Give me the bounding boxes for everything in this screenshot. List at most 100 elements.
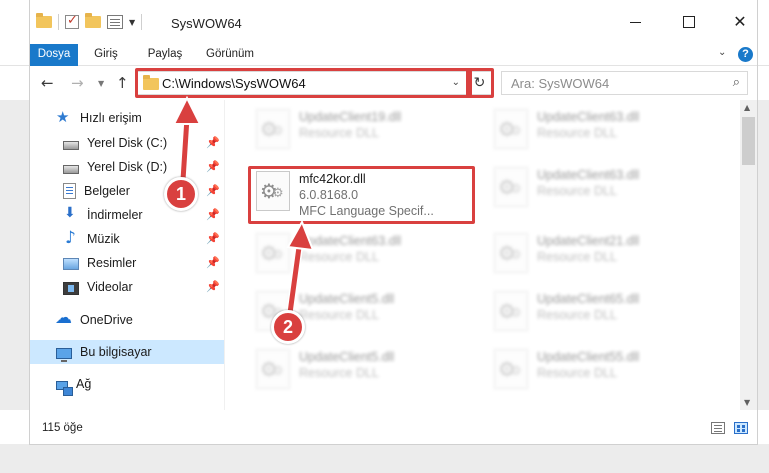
step-2-badge: 2 [271,310,305,344]
file-name: UpdateClient21.dll [537,234,640,248]
nav-item-videos[interactable]: Videolar 📌 [30,275,224,299]
help-icon[interactable]: ? [738,47,753,62]
scroll-up-arrow-icon[interactable]: ▲ [744,103,750,112]
vertical-scrollbar[interactable]: ▲ ▼ [740,100,757,410]
file-item[interactable]: UpdateClient55.dll Resource DLL [487,344,707,402]
cloud-icon [55,308,72,328]
disk-icon [63,140,79,150]
search-input[interactable]: Ara: SysWOW64 ⌕ [501,71,748,95]
file-highlight [248,166,475,224]
quick-access-toolbar: ▼ [36,13,143,30]
network-icon [56,380,73,396]
navigation-pane: Hızlı erişim Yerel Disk (C:) 📌 Yerel Dis… [30,100,225,410]
download-icon [63,205,79,223]
pin-icon[interactable]: 📌 [206,256,220,269]
status-bar: 115 öğe [0,410,769,444]
nav-item-label: Müzik [87,232,120,246]
picture-icon [63,258,79,270]
file-item[interactable]: UpdateClient5.dll Resource DLL [249,344,469,402]
nav-item-label: Yerel Disk (C:) [87,136,168,150]
pin-icon[interactable]: 📌 [206,136,220,149]
dll-file-icon [256,109,290,149]
folder-icon [36,13,52,28]
title-bar: ▼ SysWOW64 ✕ [0,0,769,44]
minimize-button[interactable] [626,12,646,32]
nav-item-this-pc[interactable]: Bu bilgisayar [30,340,224,364]
tab-home[interactable]: Giriş [86,44,126,66]
scroll-down-arrow-icon[interactable]: ▼ [744,398,750,407]
file-name: UpdateClient5.dll [299,292,395,306]
pin-icon[interactable]: 📌 [206,184,220,197]
new-folder-icon[interactable] [85,13,101,28]
navigation-pane-divider[interactable] [224,100,225,410]
properties-check-icon[interactable] [65,13,79,29]
forward-arrow-icon[interactable]: → [71,74,84,92]
search-placeholder: Ara: SysWOW64 [511,76,610,91]
details-view-icon[interactable] [711,422,725,434]
file-type: Resource DLL [537,184,617,198]
nav-item-local-disk-c[interactable]: Yerel Disk (C:) 📌 [30,131,224,155]
large-icons-view-icon[interactable] [734,422,748,434]
nav-item-downloads[interactable]: İndirmeler 📌 [30,203,224,227]
customize-toolbar-icon[interactable]: ▼ [129,18,135,27]
file-item[interactable]: UpdateClient63.dll Resource DLL [487,104,707,162]
toolbar-separator [141,14,143,30]
file-name: UpdateClient19.dll [299,110,402,124]
nav-item-music[interactable]: Müzik 📌 [30,227,224,251]
file-type: Resource DLL [299,126,379,140]
nav-item-label: Belgeler [84,184,130,198]
pin-icon[interactable]: 📌 [206,232,220,245]
file-item[interactable]: UpdateClient19.dll Resource DLL [249,104,469,162]
tab-share[interactable]: Paylaş [140,44,190,66]
expand-ribbon-chevron-icon[interactable]: ⌄ [718,47,726,58]
file-list: UpdateClient19.dll Resource DLL mfc42kor… [227,100,740,410]
item-count: 115 öğe [42,422,83,434]
recent-locations-chevron-icon[interactable]: ▼ [98,79,104,88]
file-name: UpdateClient65.dll [537,292,640,306]
dll-file-icon [256,349,290,389]
file-type: Resource DLL [299,366,379,380]
star-icon [56,108,72,126]
nav-item-label: Hızlı erişim [80,111,142,125]
file-item[interactable]: UpdateClient63.dll Resource DLL [249,228,469,286]
desktop-background-bottom [0,445,769,473]
tab-view[interactable]: Görünüm [200,44,260,66]
nav-item-onedrive[interactable]: OneDrive [30,308,224,332]
document-icon [63,183,76,199]
file-item[interactable]: UpdateClient65.dll Resource DLL [487,286,707,344]
refresh-highlight [466,68,494,98]
file-type: Resource DLL [299,250,379,264]
nav-item-pictures[interactable]: Resimler 📌 [30,251,224,275]
scrollbar-thumb[interactable] [742,117,755,165]
nav-item-quick-access[interactable]: Hızlı erişim [30,106,224,130]
file-name: UpdateClient63.dll [537,168,640,182]
ribbon-tabs: Dosya Giriş Paylaş Görünüm ⌄ ? [0,44,769,66]
pin-icon[interactable]: 📌 [206,280,220,293]
file-type: Resource DLL [299,308,379,322]
tab-file[interactable]: Dosya [30,44,78,66]
step-1-badge: 1 [164,177,198,211]
window-border-left [29,0,30,444]
maximize-button[interactable] [679,12,699,32]
search-icon: ⌕ [732,75,740,90]
properties-icon[interactable] [107,15,123,29]
file-item[interactable]: UpdateClient63.dll Resource DLL [487,162,707,220]
dll-file-icon [494,167,528,207]
nav-item-label: Bu bilgisayar [80,345,152,359]
file-name: UpdateClient5.dll [299,350,395,364]
address-bar-highlight [135,68,472,98]
nav-item-local-disk-d[interactable]: Yerel Disk (D:) 📌 [30,155,224,179]
back-arrow-icon[interactable]: ← [41,74,54,92]
dll-file-icon [256,233,290,273]
file-type: Resource DLL [537,250,617,264]
file-item[interactable]: UpdateClient21.dll Resource DLL [487,228,707,286]
close-button[interactable]: ✕ [730,12,750,32]
window-border-right [757,0,758,444]
pin-icon[interactable]: 📌 [206,208,220,221]
nav-item-network[interactable]: Ağ [30,372,224,396]
pin-icon[interactable]: 📌 [206,160,220,173]
nav-item-label: Yerel Disk (D:) [87,160,168,174]
dll-file-icon [494,349,528,389]
dll-file-icon [494,291,528,331]
up-arrow-icon[interactable]: ↑ [116,74,129,92]
